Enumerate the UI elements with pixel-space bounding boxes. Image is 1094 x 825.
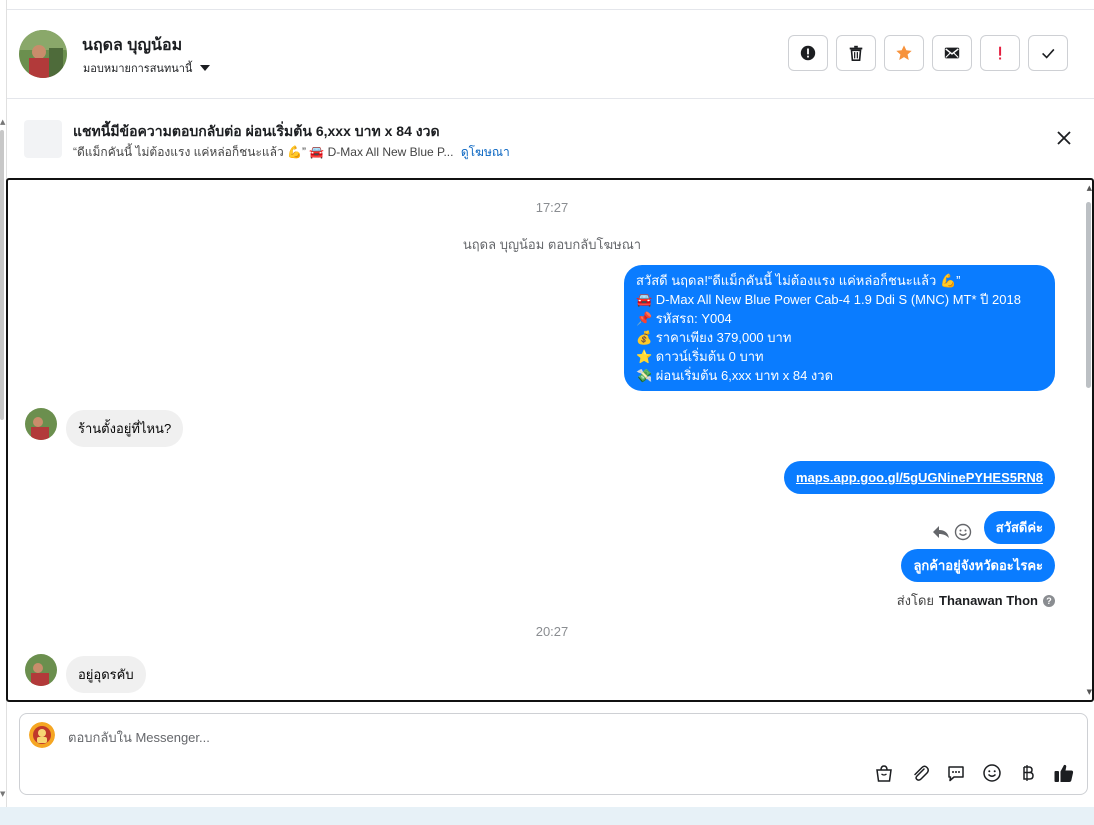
reply-icon[interactable] — [932, 524, 950, 540]
message-actions — [932, 523, 972, 541]
left-scroll-down-arrow[interactable]: ▼ — [0, 790, 5, 798]
scroll-up-arrow[interactable]: ▲ — [1087, 184, 1092, 192]
composer-area — [7, 703, 1094, 807]
trash-icon — [849, 45, 863, 62]
scroll-down-arrow[interactable]: ▼ — [1087, 688, 1092, 696]
delete-button[interactable] — [836, 35, 876, 71]
contact-name[interactable]: นฤดล บุญน้อม — [82, 33, 182, 58]
contact-avatar-small[interactable] — [25, 408, 57, 440]
composer-toolbar — [873, 762, 1075, 784]
incoming-message[interactable]: ร้านตั้งอยู่ที่ไหน? — [66, 410, 184, 447]
ad-banner-text: “ดีแม็กคันนี้ ไม่ต้องแรง แค่หล่อก็ชนะแล้… — [73, 145, 454, 159]
follow-up-button[interactable] — [980, 35, 1020, 71]
ad-reply-line: 📌 รหัสรถ: Y004 — [636, 311, 732, 326]
timestamp: 17:27 — [535, 200, 569, 215]
shopping-bag-icon[interactable] — [873, 762, 895, 784]
help-icon[interactable]: ? — [1043, 594, 1055, 607]
outgoing-message[interactable]: สวัสดีค่ะ — [983, 511, 1055, 544]
baht-icon[interactable] — [1017, 762, 1039, 784]
left-scroll-up-arrow[interactable]: ▲ — [0, 118, 5, 126]
bottom-background-band — [0, 807, 1094, 825]
chat-bubble-icon[interactable] — [945, 762, 967, 784]
left-scrollbar[interactable] — [0, 130, 4, 420]
message-thread[interactable]: ▲ ▼ 17:27 นฤดล บุญน้อม ตอบกลับโฆษณา สวัส… — [6, 178, 1094, 702]
sent-by-prefix: ส่งโดย — [896, 593, 935, 608]
thread-scrollbar[interactable] — [1086, 202, 1091, 388]
ad-reply-line: 💰 ราคาเพียง 379,000 บาท — [636, 330, 792, 345]
ad-thumbnail — [24, 120, 62, 158]
mark-done-button[interactable] — [1028, 35, 1068, 71]
contact-avatar[interactable] — [19, 30, 67, 78]
caret-down-icon — [200, 65, 211, 71]
assign-label: มอบหมายการสนทนานี้ — [83, 63, 193, 75]
assign-conversation-dropdown[interactable]: มอบหมายการสนทนานี้ — [83, 59, 211, 77]
system-note: นฤดล บุญน้อม ตอบกลับโฆษณา — [462, 237, 642, 252]
ad-banner-subtitle: “ดีแม็กคันนี้ ไม่ต้องแรง แค่หล่อก็ชนะแล้… — [73, 143, 510, 162]
contact-avatar-small[interactable] — [25, 654, 57, 686]
ad-banner-title: แชทนี้มีข้อความตอบกลับต่อ ผ่อนเริ่มต้น 6… — [73, 123, 440, 139]
outgoing-message[interactable]: ลูกค้าอยู่จังหวัดอะไรคะ — [901, 549, 1055, 582]
smiley-icon[interactable] — [954, 523, 972, 541]
sent-by-name: Thanawan Thon — [939, 593, 1038, 608]
header-actions — [788, 35, 1068, 71]
ad-reply-banner: แชทนี้มีข้อความตอบกลับต่อ ผ่อนเริ่มต้น 6… — [7, 100, 1094, 178]
close-icon[interactable] — [1056, 130, 1072, 146]
maps-link-message[interactable]: maps.app.goo.gl/5gUGNinePYHES5RN8 — [783, 461, 1055, 494]
exclamation-circle-icon — [800, 45, 816, 61]
spam-button[interactable] — [788, 35, 828, 71]
timestamp: 20:27 — [535, 624, 569, 639]
thumbs-up-icon[interactable] — [1053, 762, 1075, 784]
view-ad-link[interactable]: ดูโฆษณา — [461, 145, 510, 159]
ad-reply-message[interactable]: สวัสดี นฤดล!“ดีแม็กคันนี้ ไม่ต้องแรง แค่… — [624, 265, 1055, 391]
star-button[interactable] — [884, 35, 924, 71]
conversation-header: นฤดล บุญน้อม มอบหมายการสนทนานี้ — [7, 10, 1094, 99]
sent-by-label: ส่งโดย Thanawan Thon ? — [897, 590, 1055, 611]
envelope-icon — [944, 47, 960, 59]
mark-unread-button[interactable] — [932, 35, 972, 71]
ad-reply-line: ⭐ ดาวน์เริ่มต้น 0 บาท — [636, 349, 764, 364]
ad-reply-line: 💸 ผ่อนเริ่มต้น 6,xxx บาท x 84 งวด — [636, 368, 834, 383]
paperclip-icon[interactable] — [909, 762, 931, 784]
star-icon — [896, 45, 912, 61]
emoji-icon[interactable] — [981, 762, 1003, 784]
page-avatar — [29, 722, 55, 748]
reply-composer[interactable] — [19, 713, 1088, 795]
incoming-message[interactable]: อยู่อุดรคับ — [66, 656, 146, 693]
check-icon — [1042, 48, 1055, 59]
message-input[interactable] — [68, 725, 848, 749]
ad-reply-line: สวัสดี นฤดล!“ดีแม็กคันนี้ ไม่ต้องแรง แค่… — [636, 273, 961, 288]
ad-reply-line: 🚘 D-Max All New Blue Power Cab-4 1.9 Ddi… — [636, 292, 1021, 307]
exclamation-icon — [999, 46, 1002, 60]
